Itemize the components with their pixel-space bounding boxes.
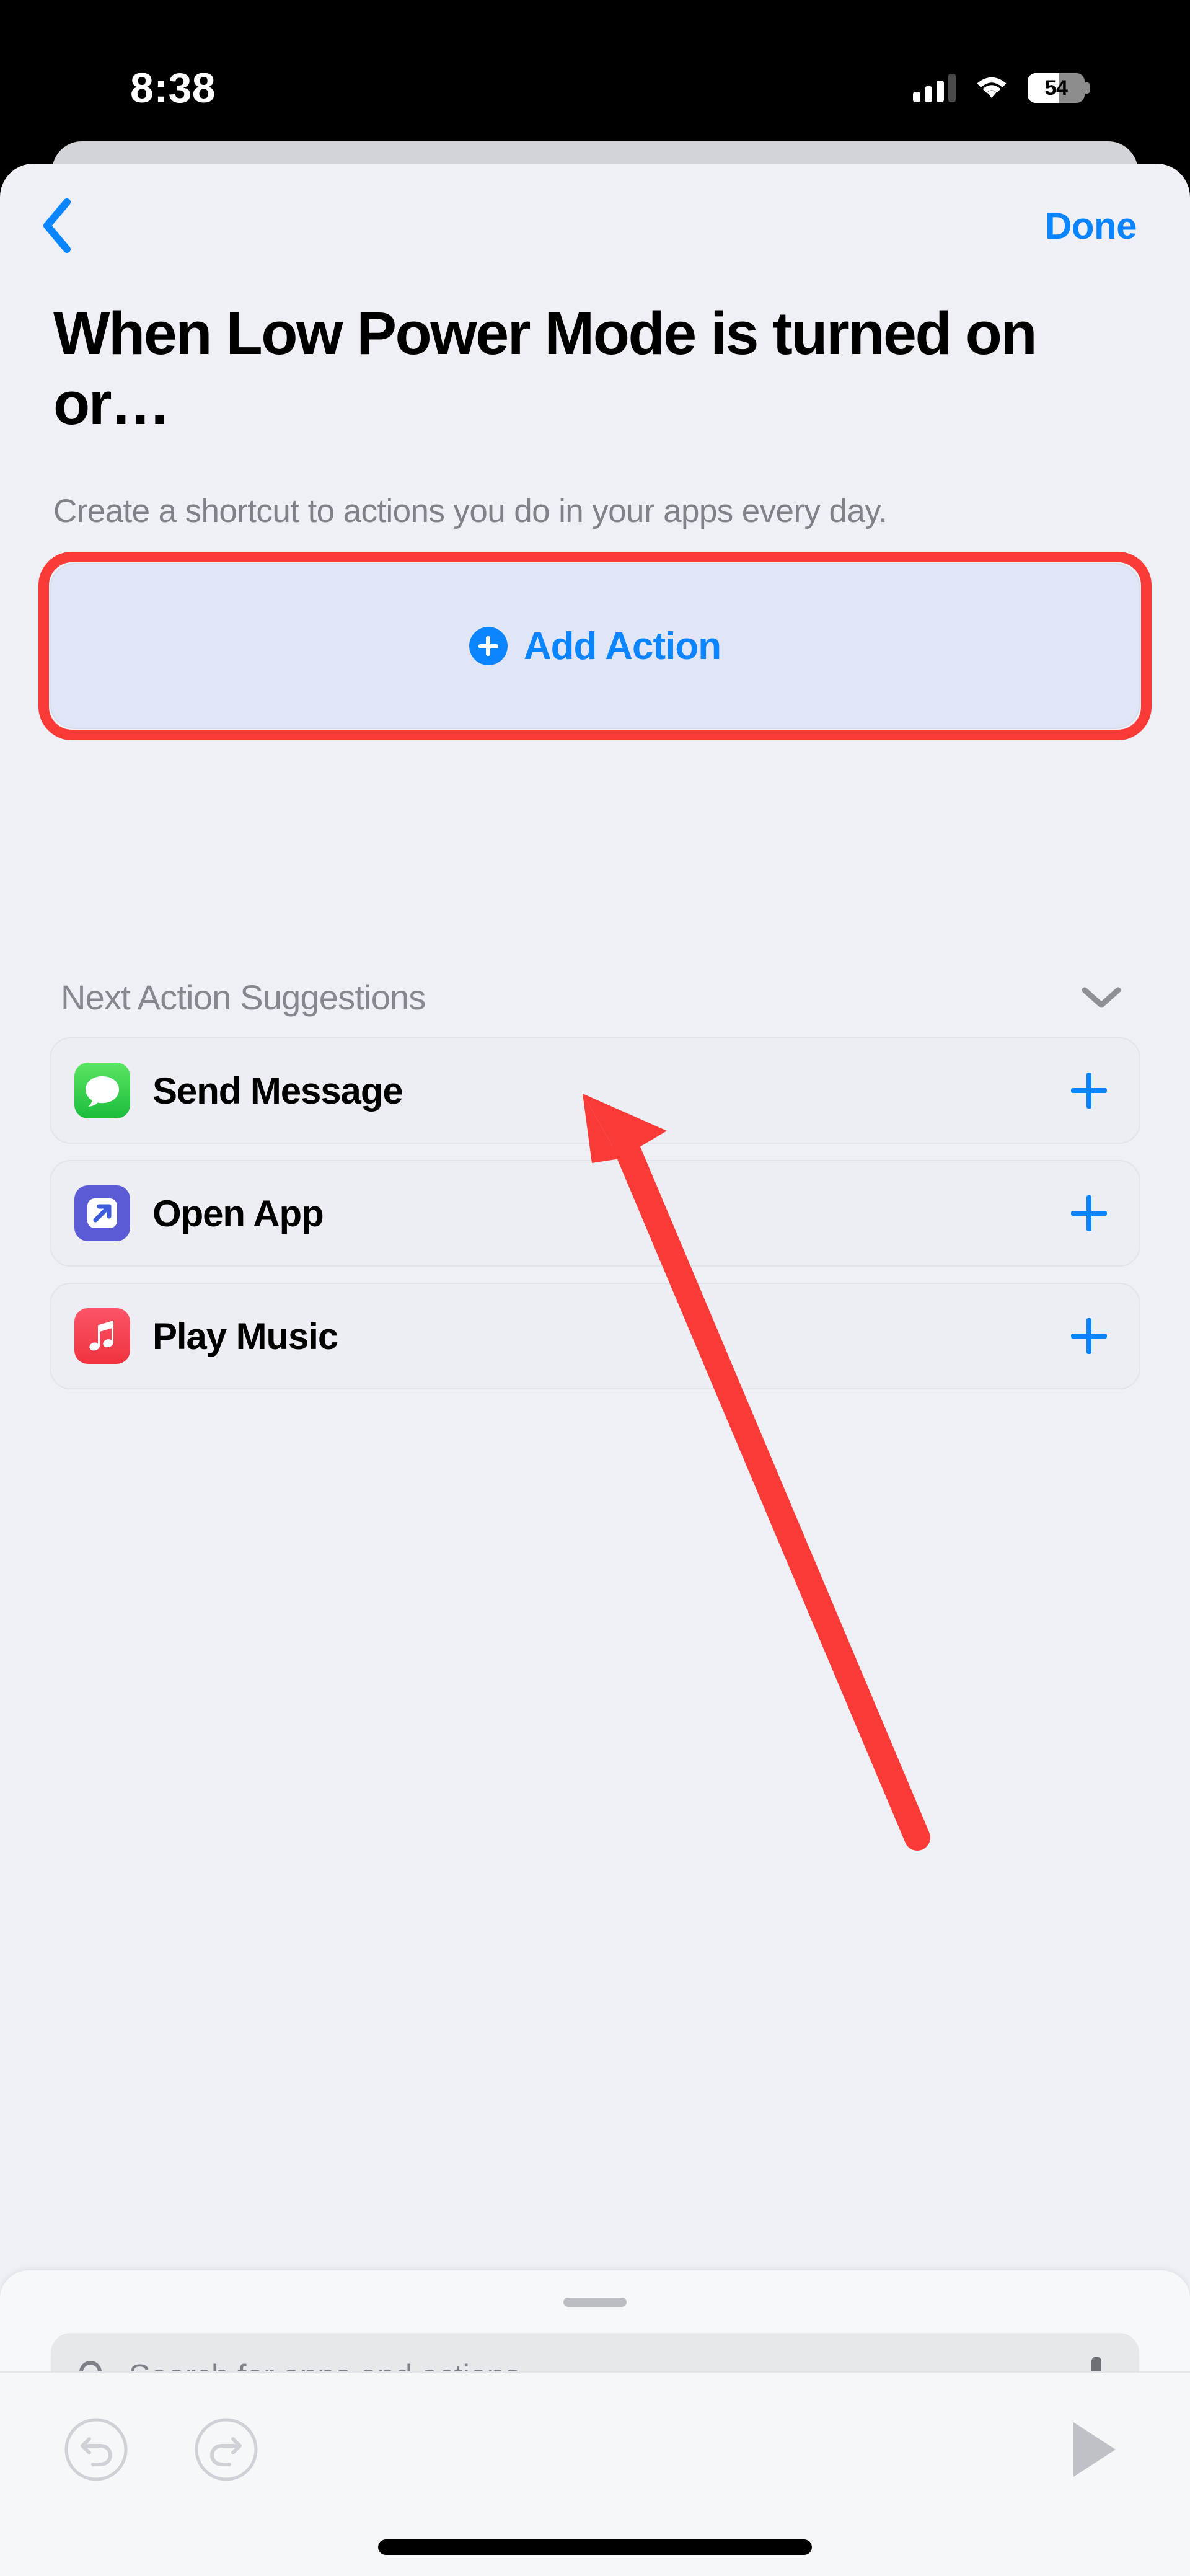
redo-icon[interactable] bbox=[192, 2415, 260, 2487]
plus-icon[interactable] bbox=[1071, 1195, 1107, 1232]
list-item-label: Play Music bbox=[152, 1315, 338, 1357]
page-title: When Low Power Mode is turned on or… bbox=[53, 299, 1038, 437]
plus-icon[interactable] bbox=[1071, 1073, 1107, 1109]
music-app-icon bbox=[74, 1308, 130, 1365]
chevron-left-icon bbox=[40, 197, 73, 254]
cellular-signal-icon bbox=[913, 74, 956, 102]
messages-app-icon bbox=[74, 1063, 130, 1119]
plus-icon[interactable] bbox=[1071, 1318, 1107, 1355]
status-bar: 8:38 54 bbox=[0, 0, 1190, 144]
battery-icon: 54 bbox=[1028, 73, 1090, 103]
list-item-label: Send Message bbox=[152, 1069, 403, 1112]
add-action-label: Add Action bbox=[523, 624, 721, 668]
plus-circle-icon bbox=[469, 627, 508, 666]
list-item[interactable]: Play Music bbox=[50, 1283, 1140, 1390]
iphone-screen: 8:38 54 Done When Low Power Mode is turn… bbox=[0, 0, 1190, 2576]
wifi-icon bbox=[974, 73, 1009, 104]
page-subtitle: Create a shortcut to actions you do in y… bbox=[53, 493, 888, 530]
sheet-grabber-handle[interactable] bbox=[563, 2298, 627, 2307]
done-button[interactable]: Done bbox=[1045, 205, 1137, 247]
suggestions-list: Send Message Open App Play Music bbox=[50, 1037, 1140, 1390]
play-icon[interactable] bbox=[1065, 2417, 1122, 2485]
suggestions-title: Next Action Suggestions bbox=[61, 978, 426, 1017]
battery-percent-label: 54 bbox=[1044, 76, 1068, 100]
list-item[interactable]: Open App bbox=[50, 1160, 1140, 1267]
add-action-button[interactable]: Add Action bbox=[50, 563, 1140, 730]
next-action-suggestions-header[interactable]: Next Action Suggestions bbox=[61, 977, 1122, 1017]
home-indicator bbox=[378, 2539, 812, 2555]
open-app-icon bbox=[74, 1185, 130, 1242]
add-action-container: Add Action bbox=[38, 552, 1152, 741]
undo-icon[interactable] bbox=[62, 2415, 130, 2487]
status-bar-indicators: 54 bbox=[913, 73, 1097, 104]
status-bar-clock: 8:38 bbox=[130, 64, 216, 112]
shortcut-editor-sheet: Done When Low Power Mode is turned on or… bbox=[0, 164, 1190, 2576]
navigation-bar: Done bbox=[0, 164, 1190, 288]
back-button[interactable] bbox=[40, 196, 99, 255]
list-item[interactable]: Send Message bbox=[50, 1037, 1140, 1144]
list-item-label: Open App bbox=[152, 1192, 324, 1234]
chevron-down-icon[interactable] bbox=[1081, 985, 1122, 1010]
